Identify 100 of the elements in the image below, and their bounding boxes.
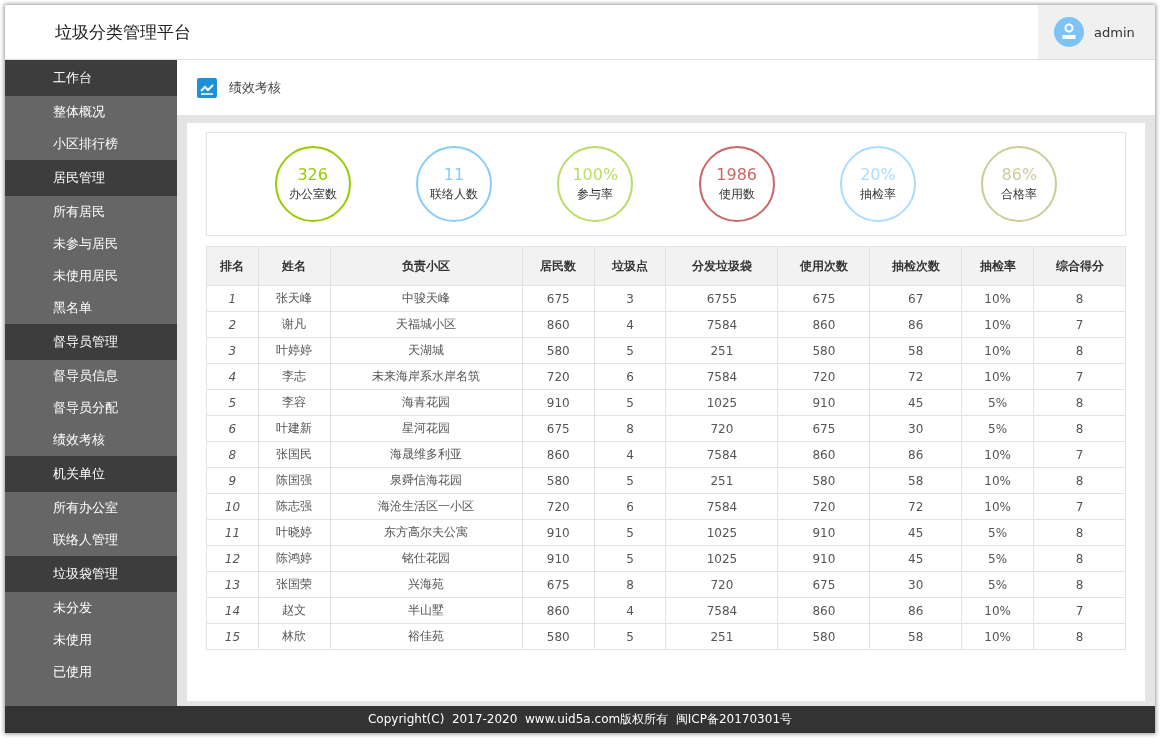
table-cell: 5% <box>961 545 1034 572</box>
table-cell: 林欣 <box>258 623 331 650</box>
table-cell: 裕佳苑 <box>330 623 523 650</box>
table-cell: 72 <box>869 363 962 390</box>
table-cell: 910 <box>777 545 870 572</box>
sidebar-item[interactable]: 未参与居民 <box>5 228 177 260</box>
table-cell: 72 <box>869 493 962 520</box>
sidebar-item[interactable]: 已使用 <box>5 656 177 688</box>
table-cell: 5 <box>594 545 666 572</box>
table-cell: 14 <box>206 597 259 624</box>
stat-label: 联络人数 <box>430 186 478 203</box>
sidebar-group-header[interactable]: 督导员管理 <box>5 324 177 360</box>
sidebar-group-header[interactable]: 居民管理 <box>5 160 177 196</box>
table-cell: 580 <box>522 623 595 650</box>
sidebar-item[interactable]: 联络人管理 <box>5 524 177 556</box>
sidebar-group-header[interactable]: 工作台 <box>5 60 177 96</box>
table-cell: 860 <box>777 441 870 468</box>
sidebar-item[interactable]: 未分发 <box>5 592 177 624</box>
table-cell: 7584 <box>665 363 778 390</box>
stat-value: 86% <box>1001 165 1038 185</box>
table-cell: 5 <box>594 623 666 650</box>
table-cell: 4 <box>594 441 666 468</box>
table-cell: 谢凡 <box>258 311 331 338</box>
table-cell: 8 <box>594 571 666 598</box>
table-cell: 7 <box>1033 597 1126 624</box>
table-cell: 2 <box>206 311 259 338</box>
user-panel[interactable]: admin <box>1038 5 1155 59</box>
table-cell: 12 <box>206 545 259 572</box>
table-cell: 东方高尔夫公寓 <box>330 519 523 546</box>
stat-label: 参与率 <box>577 186 614 203</box>
app-title: 垃圾分类管理平台 <box>54 20 191 44</box>
sidebar-group-header[interactable]: 垃圾袋管理 <box>5 556 177 592</box>
table-cell: 58 <box>869 467 962 494</box>
table-cell: 叶婷婷 <box>258 337 331 364</box>
table-cell: 5% <box>961 519 1034 546</box>
table-cell: 8 <box>594 415 666 442</box>
sidebar-item[interactable]: 督导员信息 <box>5 360 177 392</box>
table-cell: 1025 <box>665 545 778 572</box>
stat-label: 使用数 <box>718 186 755 203</box>
table-cell: 720 <box>665 571 778 598</box>
table-cell: 6 <box>594 363 666 390</box>
sidebar-item[interactable]: 所有居民 <box>5 196 177 228</box>
column-header: 排名 <box>206 246 259 286</box>
sidebar-item[interactable]: 小区排行榜 <box>5 128 177 160</box>
table-cell: 8 <box>1033 389 1126 416</box>
table-cell: 10% <box>961 363 1034 390</box>
table-cell: 3 <box>594 285 666 312</box>
table-cell: 580 <box>522 467 595 494</box>
sidebar-item[interactable]: 绩效考核 <box>5 424 177 456</box>
table-cell: 675 <box>522 285 595 312</box>
table-cell: 30 <box>869 415 962 442</box>
table-cell: 86 <box>869 441 962 468</box>
table-cell: 8 <box>1033 519 1126 546</box>
table-cell: 10% <box>961 597 1034 624</box>
table-cell: 7584 <box>665 441 778 468</box>
table-cell: 叶晓婷 <box>258 519 331 546</box>
table-cell: 陈志强 <box>258 493 331 520</box>
table-cell: 兴海苑 <box>330 571 523 598</box>
table-cell: 10% <box>961 285 1034 312</box>
table-cell: 910 <box>777 389 870 416</box>
table-cell: 86 <box>869 597 962 624</box>
table-cell: 8 <box>1033 285 1126 312</box>
table-cell: 1025 <box>665 389 778 416</box>
table-cell: 860 <box>777 311 870 338</box>
table-cell: 251 <box>665 467 778 494</box>
user-avatar-icon <box>1054 17 1084 47</box>
table-cell: 海青花园 <box>330 389 523 416</box>
table-cell: 叶建新 <box>258 415 331 442</box>
table-cell: 5 <box>206 389 259 416</box>
sidebar-group-header[interactable]: 机关单位 <box>5 456 177 492</box>
sidebar-item[interactable]: 所有办公室 <box>5 492 177 524</box>
table-cell: 8 <box>1033 571 1126 598</box>
sidebar-item[interactable]: 未使用居民 <box>5 260 177 292</box>
table-cell: 5 <box>594 519 666 546</box>
sidebar-item[interactable]: 黑名单 <box>5 292 177 324</box>
table-cell: 张国民 <box>258 441 331 468</box>
column-header: 抽检次数 <box>869 246 962 286</box>
table-cell: 720 <box>777 493 870 520</box>
sidebar-item[interactable]: 整体概况 <box>5 96 177 128</box>
footer: Copyright(C) 2017-2020 www.uid5a.com版权所有 闽ICP备20170301号 <box>5 706 1155 733</box>
sidebar-item[interactable]: 未使用 <box>5 624 177 656</box>
table-cell: 5 <box>594 389 666 416</box>
table-cell: 6 <box>594 493 666 520</box>
username: admin <box>1094 24 1135 40</box>
page-title: 绩效考核 <box>229 78 281 97</box>
stat-value: 20% <box>860 165 896 185</box>
table-cell: 720 <box>665 415 778 442</box>
sidebar-item[interactable]: 督导员分配 <box>5 392 177 424</box>
table-cell: 251 <box>665 337 778 364</box>
table-cell: 10% <box>961 467 1034 494</box>
table-cell: 4 <box>594 311 666 338</box>
table-cell: 10% <box>961 311 1034 338</box>
table-cell: 8 <box>206 441 259 468</box>
table-cell: 1025 <box>665 519 778 546</box>
column-header: 分发垃圾袋 <box>665 246 778 286</box>
table-cell: 45 <box>869 389 962 416</box>
stat-value: 100% <box>572 165 619 185</box>
table-cell: 星河花园 <box>330 415 523 442</box>
table-cell: 铭仕花园 <box>330 545 523 572</box>
table-cell: 5 <box>594 467 666 494</box>
